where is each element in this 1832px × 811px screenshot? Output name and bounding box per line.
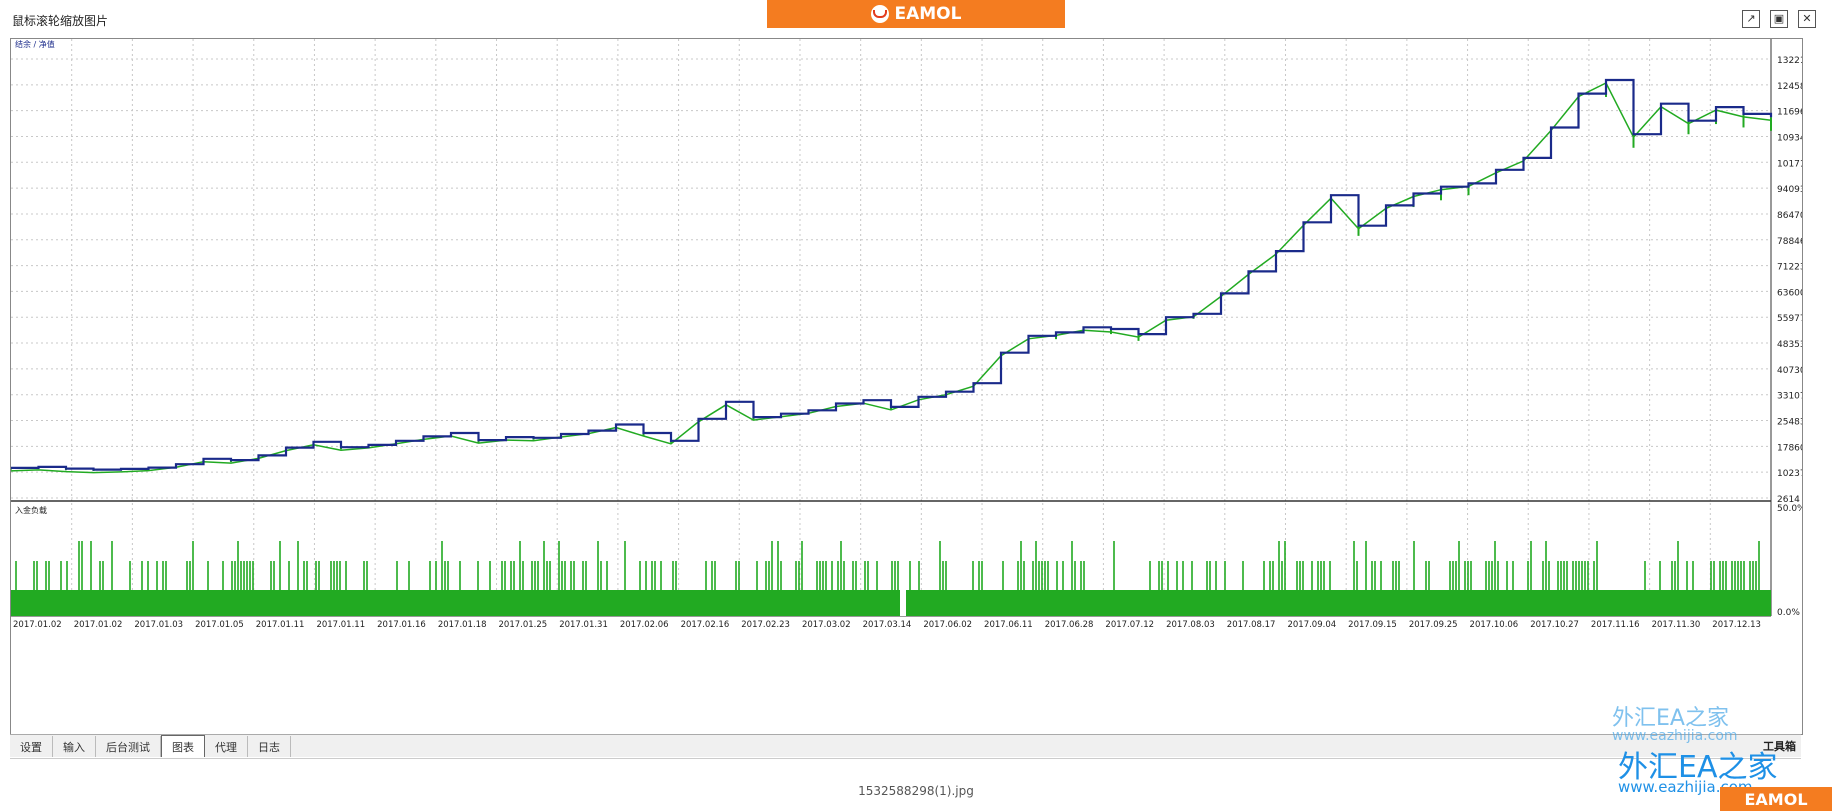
popout-icon[interactable]: ↗	[1742, 10, 1760, 28]
y-tick-label: 71223	[1777, 263, 1802, 273]
x-tick-label: 2017.01.03	[134, 620, 183, 630]
y-tick-label: 10237	[1777, 469, 1802, 479]
x-tick-label: 2017.10.06	[1470, 620, 1519, 630]
equity-line	[11, 81, 1772, 474]
tab-journal[interactable]: 日志	[248, 736, 291, 757]
x-tick-label: 2017.01.16	[377, 620, 426, 630]
load-panel-title: 入金负载	[15, 505, 47, 515]
x-tick-label: 2017.01.11	[256, 620, 305, 630]
tab-settings[interactable]: 设置	[10, 736, 53, 757]
x-tick-label: 2017.01.25	[499, 620, 548, 630]
tab-inputs[interactable]: 输入	[53, 736, 96, 757]
y-tick-label: 132210	[1777, 56, 1802, 66]
maximize-icon[interactable]: ▣	[1770, 10, 1788, 28]
title-bar: 鼠标滚轮缩放图片 EAMOL ↗ ▣ ✕	[0, 0, 1832, 38]
x-tick-label: 2017.02.23	[741, 620, 790, 630]
brand-name: EAMOL	[894, 4, 962, 24]
y-tick-label: 101716	[1777, 159, 1802, 169]
image-viewer-window: 鼠标滚轮缩放图片 EAMOL ↗ ▣ ✕ 1322101245861169631…	[0, 0, 1832, 811]
x-tick-label: 2017.01.02	[74, 620, 123, 630]
window-title: 鼠标滚轮缩放图片	[12, 14, 109, 28]
x-tick-label: 2017.06.11	[984, 620, 1033, 630]
x-tick-label: 2017.02.06	[620, 620, 669, 630]
tester-tab-bar: 设置 输入 后台测试 图表 代理 日志	[10, 734, 1801, 757]
x-tick-label: 2017.11.30	[1652, 620, 1701, 630]
load-base-area	[11, 590, 1771, 616]
y-tick-label: 86470	[1777, 211, 1802, 221]
image-filename: 1532588298(1).jpg	[858, 784, 974, 798]
tester-graph[interactable]: 132210 124586 116963 109340 101716 94093 86470…	[11, 39, 1802, 734]
tab-graph[interactable]: 图表	[161, 735, 205, 757]
y-tick-label: 25483	[1777, 418, 1802, 428]
x-tick-label: 2017.01.05	[195, 620, 244, 630]
y-tick-label: 78846	[1777, 237, 1802, 247]
x-tick-label: 2017.07.12	[1105, 620, 1154, 630]
y-tick-label: 116963	[1777, 108, 1802, 118]
x-tick-label: 2017.01.18	[438, 620, 487, 630]
corner-brand-logo: EAMOL	[1720, 787, 1832, 811]
tab-backtest[interactable]: 后台测试	[96, 736, 161, 757]
x-tick-label: 2017.11.16	[1591, 620, 1640, 630]
y-tick-label: 124586	[1777, 82, 1802, 92]
x-tick-label: 2017.01.31	[559, 620, 608, 630]
x-tick-label: 2017.06.28	[1045, 620, 1094, 630]
x-tick-label: 2017.01.11	[316, 620, 365, 630]
y-tick-label: 33107	[1777, 392, 1802, 402]
balance-line	[11, 78, 1773, 471]
y-tick-label: 17860	[1777, 443, 1802, 453]
x-tick-label: 2017.10.27	[1530, 620, 1579, 630]
y-tick-label: 109340	[1777, 133, 1802, 143]
x-tick-label: 2017.12.13	[1712, 620, 1761, 630]
x-tick-label: 2017.08.17	[1227, 620, 1276, 630]
close-icon[interactable]: ✕	[1798, 10, 1816, 28]
window-controls: ↗ ▣ ✕	[1742, 10, 1816, 28]
brand-banner: EAMOL	[767, 0, 1065, 28]
x-tick-label: 2017.06.02	[923, 620, 972, 630]
brand-logo-icon	[870, 5, 889, 23]
tab-agents[interactable]: 代理	[205, 736, 248, 757]
y-tick-label: 55977	[1777, 314, 1802, 324]
x-tick-label: 2017.03.02	[802, 620, 851, 630]
x-tick-label: 2017.09.15	[1348, 620, 1397, 630]
x-tick-label: 2017.09.25	[1409, 620, 1458, 630]
x-tick-label: 2017.01.02	[13, 620, 62, 630]
x-tick-label: 2017.08.03	[1166, 620, 1215, 630]
load-tick-label: 0.0%	[1777, 608, 1800, 618]
status-bar	[10, 758, 1801, 769]
y-tick-label: 94093	[1777, 185, 1802, 195]
chart-legend: 结余 / 净值	[15, 39, 55, 49]
y-tick-label: 40730	[1777, 366, 1802, 376]
y-tick-label: 63600	[1777, 288, 1802, 298]
x-tick-label: 2017.03.14	[863, 620, 912, 630]
y-tick-label: 48353	[1777, 340, 1802, 350]
x-tick-label: 2017.02.16	[681, 620, 730, 630]
x-tick-label: 2017.09.04	[1287, 620, 1336, 630]
chart-frame: 132210 124586 116963 109340 101716 94093 86470…	[10, 38, 1803, 735]
load-gap	[900, 590, 906, 616]
load-tick-label: 50.0%	[1777, 504, 1802, 514]
corner-brand-text: EAMOL	[1744, 789, 1808, 809]
